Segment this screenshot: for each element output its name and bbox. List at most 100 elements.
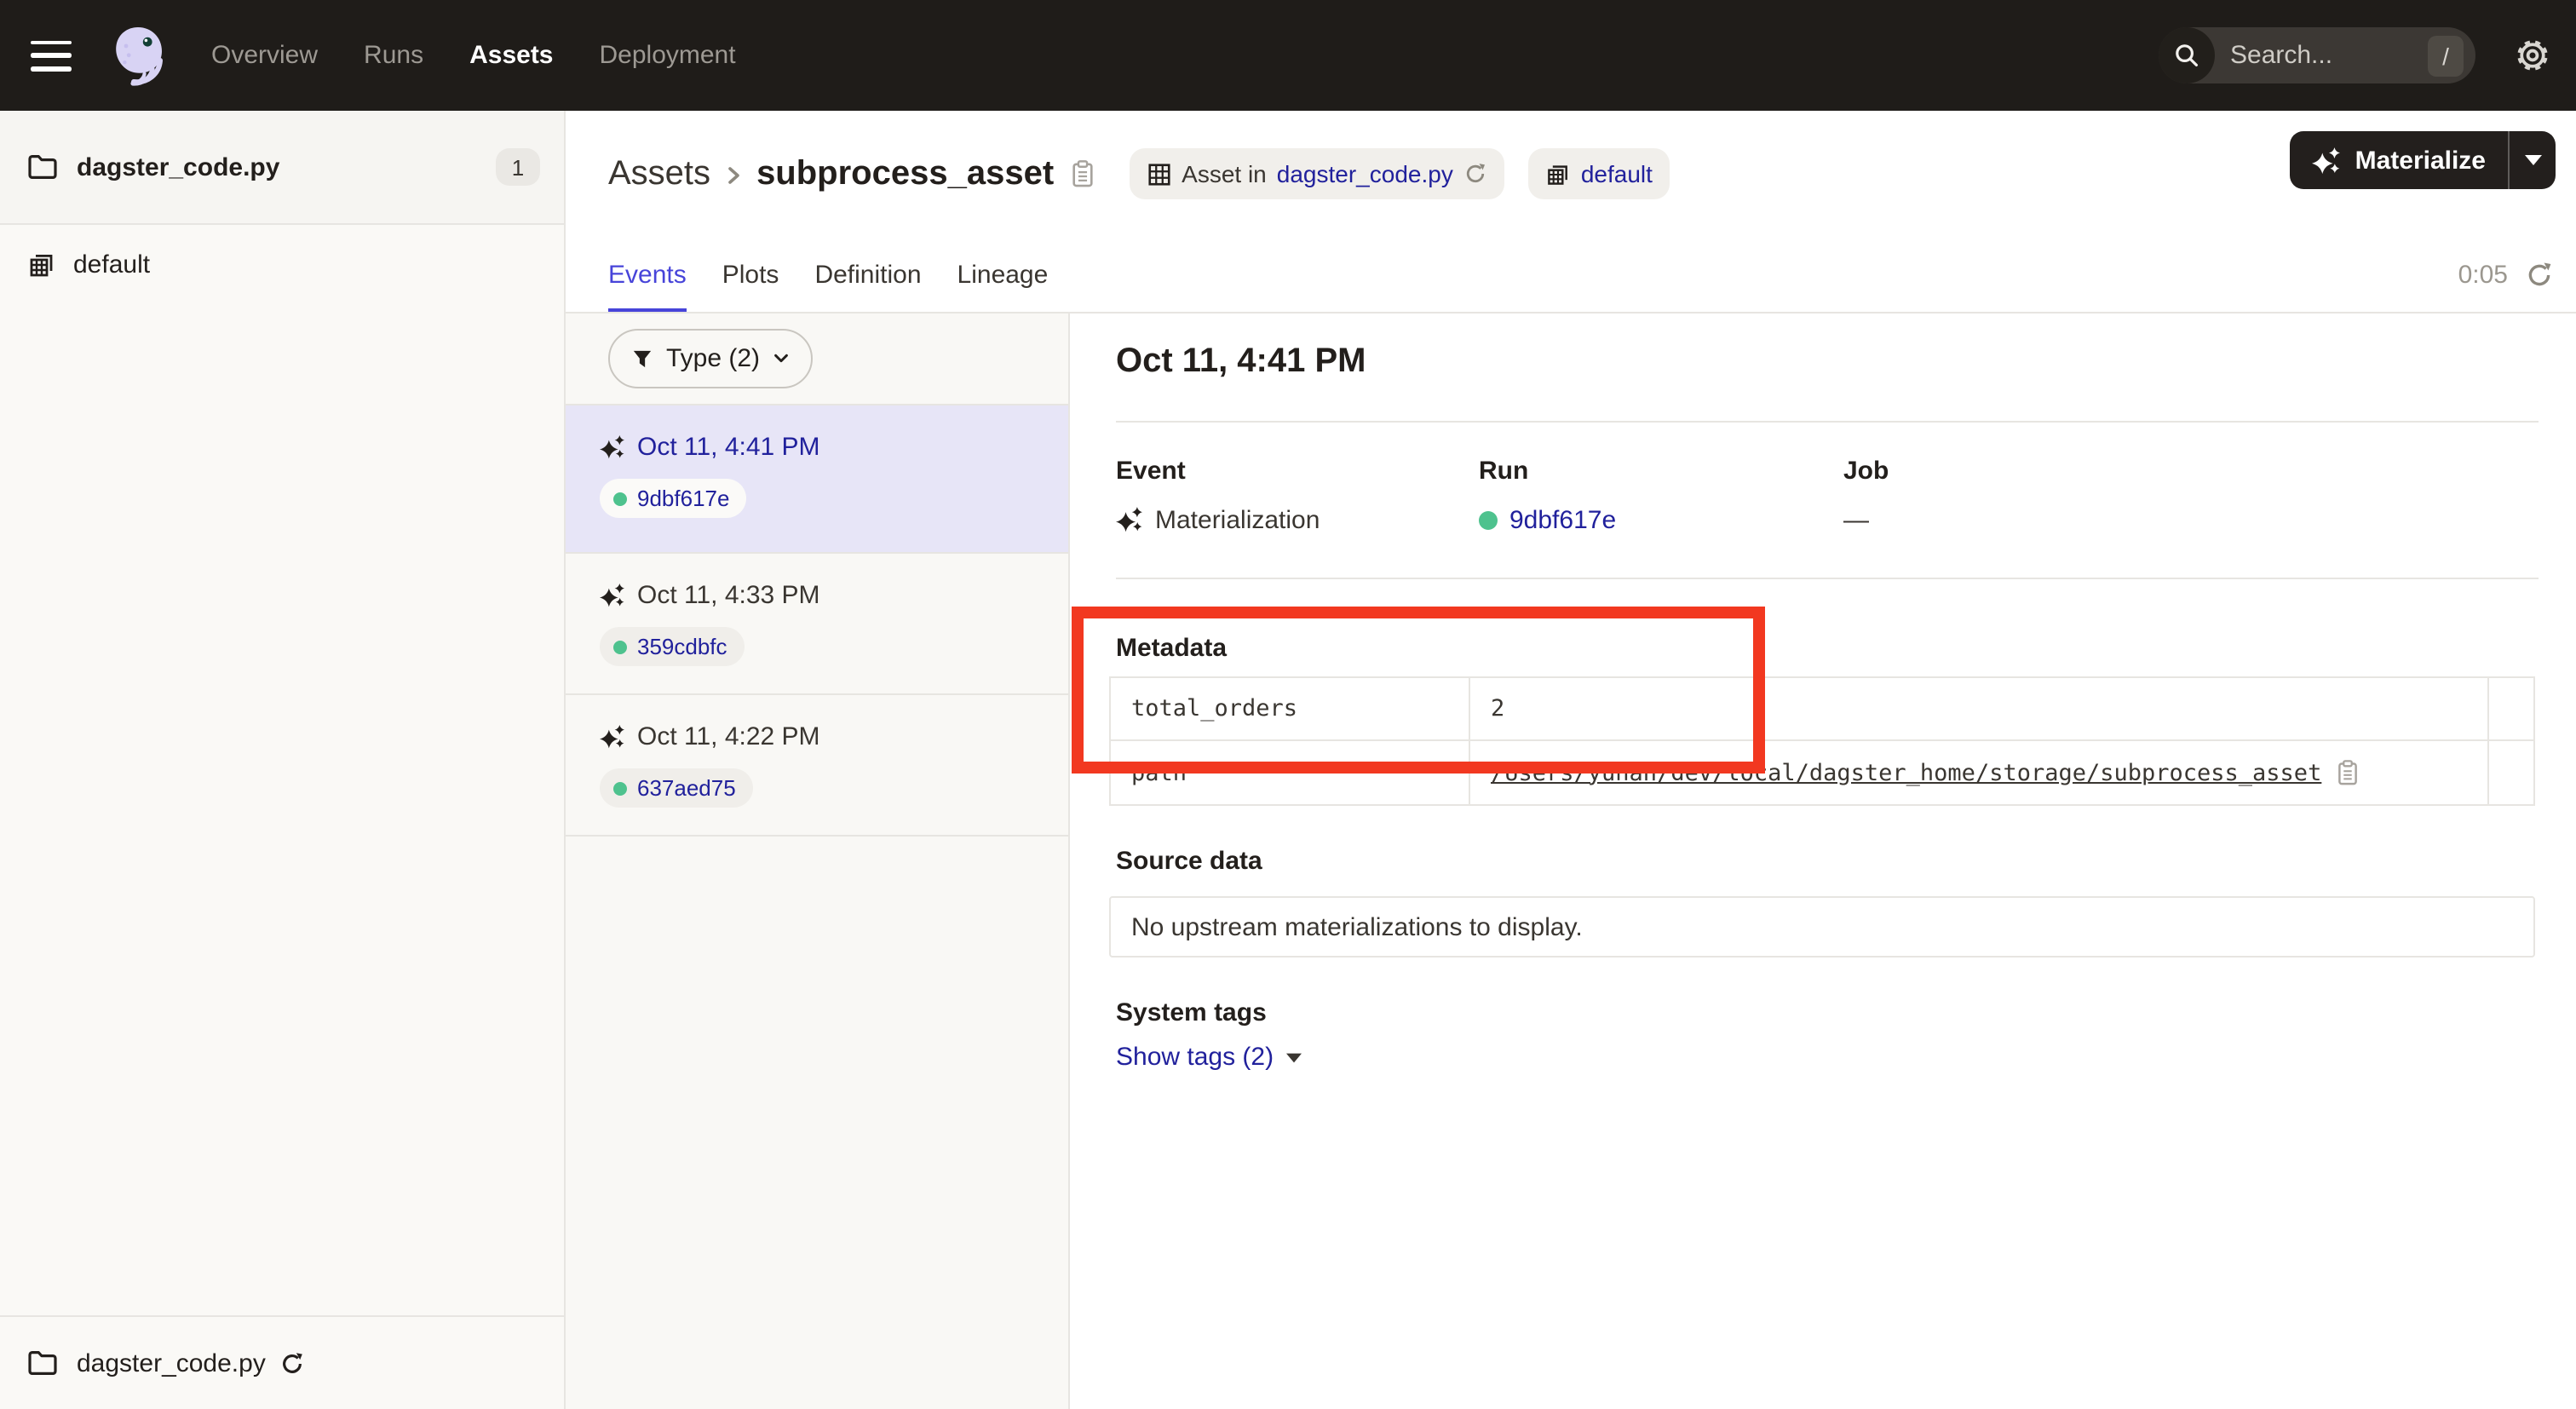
run-pill[interactable]: 637aed75 [600,768,753,808]
reload-icon[interactable] [279,1350,305,1376]
nav-right: Search... / [2159,27,2552,83]
top-nav: Overview Runs Assets Deployment Search..… [0,0,2576,111]
group-label: default [73,250,150,279]
search-shortcut-key: / [2428,35,2464,76]
source-data-empty-text: No upstream materializations to display. [1131,912,1583,941]
event-column: Event Materialization [1116,457,1320,537]
sidebar-item-code-location[interactable]: dagster_code.py 1 [0,111,564,225]
run-id-link[interactable]: 9dbf617e [1509,505,1616,534]
table-grid-icon [1146,161,1171,187]
source-data-empty-state: No upstream materializations to display. [1109,896,2535,958]
asset-in-label: Asset in [1182,160,1267,187]
run-status-dot [613,640,627,653]
primary-nav: Overview Runs Assets Deployment [211,41,736,70]
code-location-link[interactable]: dagster_code.py [1277,160,1453,187]
metadata-key: path [1111,741,1470,804]
path-link[interactable]: /Users/yuhan/dev/local/dagster_home/stor… [1491,759,2321,786]
run-column: Run 9dbf617e [1479,457,1616,537]
metadata-table: total_orders 2 path /Users/yuhan/dev/loc… [1109,676,2535,806]
menu-icon[interactable] [31,40,72,71]
refresh-icon[interactable] [2525,260,2554,289]
materialization-sparkle-icon [600,582,625,607]
materialize-dropdown-button[interactable] [2510,131,2556,189]
tab-events[interactable]: Events [608,237,687,312]
metadata-value: 2 [1470,678,2489,741]
event-detail-pane: Oct 11, 4:41 PM Event Materialization Ru… [1070,313,2576,1409]
run-status-dot [613,781,627,795]
run-pill[interactable]: 359cdbfc [600,627,745,666]
copy-path-icon[interactable] [2335,758,2359,787]
divider [1116,421,2539,423]
sidebar-item-default-group[interactable]: default [0,225,564,303]
caret-down-icon [1285,1052,1301,1062]
event-row[interactable]: Oct 11, 4:22 PM 637aed75 [566,695,1068,837]
job-column: Job — [1843,457,1889,537]
type-filter-button[interactable]: Type (2) [608,329,813,388]
type-filter-label: Type (2) [666,344,760,373]
search-placeholder: Search... [2230,41,2428,70]
nav-assets[interactable]: Assets [469,41,553,70]
refresh-timer: 0:05 [2458,260,2508,289]
metadata-extra-cell [2489,741,2533,804]
reload-code-location-icon[interactable] [1463,162,1487,186]
event-row[interactable]: Oct 11, 4:41 PM 9dbf617e [566,405,1068,554]
source-data-heading: Source data [1116,847,1262,876]
app-root: Overview Runs Assets Deployment Search..… [0,0,2576,1409]
show-tags-toggle[interactable]: Show tags (2) [1116,1043,1301,1072]
asset-location-badge: Asset in dagster_code.py [1129,148,1504,199]
chevron-down-icon [772,349,791,368]
run-id-link: 359cdbfc [637,634,727,659]
folder-icon [27,1349,58,1377]
header-badges: Asset in dagster_code.py [1129,148,1670,199]
tab-plots[interactable]: Plots [722,237,779,312]
divider [1116,578,2539,579]
tab-lineage[interactable]: Lineage [957,237,1049,312]
materialization-sparkle-icon [600,434,625,459]
run-id-link: 637aed75 [637,775,736,801]
filter-funnel-icon [630,347,654,371]
show-tags-label: Show tags (2) [1116,1043,1274,1072]
run-status-dot [613,492,627,505]
event-timestamp: Oct 11, 4:33 PM [637,580,820,609]
nav-runs[interactable]: Runs [364,41,423,70]
copy-asset-name-icon[interactable] [1069,158,1095,189]
asset-tabs: Events Plots Definition Lineage 0:05 [566,237,2576,313]
job-column-label: Job [1843,457,1889,486]
event-row[interactable]: Oct 11, 4:33 PM 359cdbfc [566,554,1068,695]
gear-icon[interactable] [2513,36,2552,75]
materialize-label: Materialize [2355,146,2486,175]
chevron-right-icon [724,164,743,187]
search-icon [2159,27,2215,83]
breadcrumb-assets[interactable]: Assets [608,154,710,193]
metadata-extra-cell [2489,678,2533,741]
event-timestamp: Oct 11, 4:41 PM [637,432,820,461]
event-detail-title: Oct 11, 4:41 PM [1116,342,1366,382]
folder-icon [27,153,58,181]
search-input[interactable]: Search... / [2159,27,2475,83]
page-header: Assets subprocess_asset [566,111,2576,237]
asset-group-icon [27,250,56,279]
materialization-sparkle-icon [1116,506,1143,533]
event-type-value: Materialization [1155,505,1320,534]
materialization-sparkle-icon [600,723,625,749]
asset-count-badge: 1 [496,148,540,186]
page-title: subprocess_asset [756,154,1054,193]
run-id-link: 9dbf617e [637,486,729,511]
dagster-logo-icon[interactable] [102,20,174,91]
asset-group-icon [1545,161,1571,187]
tab-definition[interactable]: Definition [814,237,921,312]
metadata-value: /Users/yuhan/dev/local/dagster_home/stor… [1470,741,2489,804]
event-column-label: Event [1116,457,1320,486]
run-pill[interactable]: 9dbf617e [600,479,746,518]
caret-down-icon [2524,155,2541,165]
sidebar: dagster_code.py 1 default dagster_code.p… [0,111,566,1409]
job-value: — [1843,505,1869,534]
events-filter-bar: Type (2) [566,313,1068,405]
nav-deployment[interactable]: Deployment [600,41,736,70]
materialize-button[interactable]: Materialize [2291,131,2556,189]
metadata-key: total_orders [1111,678,1470,741]
group-link[interactable]: default [1581,160,1653,187]
system-tags-heading: System tags [1116,998,1267,1027]
sparkle-icon [2313,146,2342,175]
nav-overview[interactable]: Overview [211,41,318,70]
